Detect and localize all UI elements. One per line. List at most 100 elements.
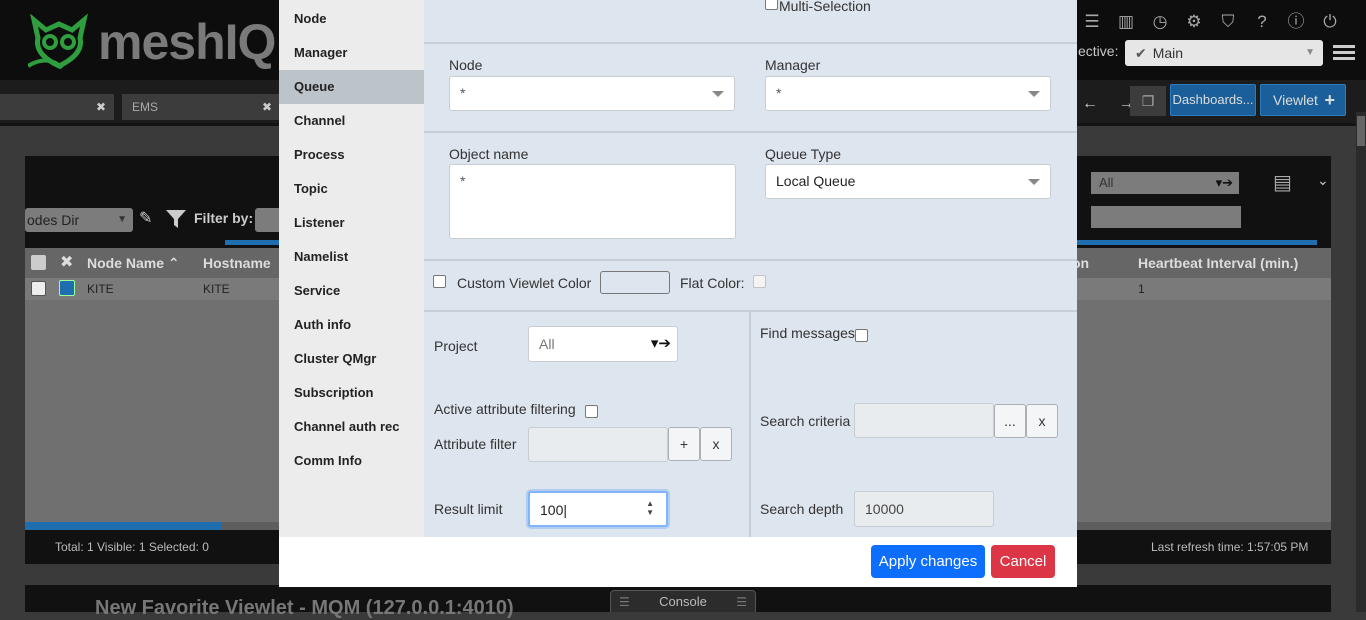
close-icon[interactable]: ✖ [262, 94, 272, 120]
divider [424, 259, 1077, 261]
plus-icon: + [1324, 90, 1335, 110]
cell-hostname: KITE [203, 282, 230, 296]
chevron-down-icon [712, 90, 724, 97]
row-checkbox[interactable] [31, 281, 46, 296]
dashboards-button[interactable]: Dashboards... [1170, 84, 1256, 116]
active-attribute-filtering-checkbox[interactable] [585, 405, 598, 418]
gear-icon[interactable]: ⚙ [1184, 12, 1204, 32]
project-select[interactable]: All ▾➔ [528, 326, 678, 362]
result-limit-value: 100 [540, 502, 564, 518]
nav-item-topic[interactable]: Topic [279, 172, 424, 206]
add-viewlet-button[interactable]: Viewlet + [1260, 84, 1346, 116]
object-name-textarea[interactable]: * [449, 164, 736, 239]
flat-color-label: Flat Color: [680, 275, 745, 291]
nav-item-queue[interactable]: Queue [279, 70, 424, 104]
info-icon[interactable]: ⓘ [1286, 12, 1306, 32]
select-all-checkbox[interactable] [31, 255, 46, 270]
apply-changes-button[interactable]: Apply changes [871, 545, 985, 578]
perspective-value: Main [1152, 45, 1184, 61]
nav-item-comm-info[interactable]: Comm Info [279, 444, 424, 478]
menu-lines-icon[interactable]: ☰ [1082, 12, 1102, 32]
search-criteria-input[interactable] [854, 403, 994, 438]
chevron-down-icon: ▼ [117, 214, 127, 225]
copy-icon[interactable]: ❐ [1130, 86, 1166, 116]
manager-label: Manager [765, 57, 821, 73]
hamburger-menu-icon[interactable] [1333, 42, 1355, 62]
scrollbar-thumb[interactable] [1357, 116, 1365, 146]
owl-logo-icon [28, 14, 88, 70]
grip-icon: ☰ [619, 595, 630, 609]
nav-item-service[interactable]: Service [279, 274, 424, 308]
clear-search-criteria-button[interactable]: x [1026, 404, 1058, 438]
nav-item-cluster-qmgr[interactable]: Cluster QMgr [279, 342, 424, 376]
queue-type-select[interactable]: Local Queue [765, 164, 1051, 199]
column-node-name[interactable]: Node Name ⌃ [87, 248, 180, 278]
panel-project-select[interactable]: All ▾➔ [1091, 172, 1239, 194]
active-attribute-filtering-label: Active attribute filtering [434, 401, 576, 417]
search-criteria-more-button[interactable]: ... [994, 404, 1026, 438]
chart-icon[interactable]: ▥ [1116, 12, 1136, 32]
workspace-tab[interactable]: ✖ [0, 94, 114, 120]
help-icon[interactable]: ? [1252, 12, 1272, 32]
flat-color-checkbox[interactable] [753, 275, 766, 288]
multi-selection-label: Multi-Selection [779, 0, 871, 14]
clock-icon[interactable]: ◷ [1150, 12, 1170, 32]
export-icon[interactable]: ▤ [1273, 170, 1299, 196]
scrollbar-thumb[interactable] [25, 522, 221, 530]
filter-icon[interactable] [165, 208, 187, 230]
result-limit-label: Result limit [434, 501, 503, 517]
nav-item-namelist[interactable]: Namelist [279, 240, 424, 274]
tab-label: EMS [132, 100, 159, 114]
column-heartbeat-interval[interactable]: Heartbeat Interval (min.) [1138, 248, 1298, 278]
nav-item-manager[interactable]: Manager [279, 36, 424, 70]
power-icon[interactable]: ⏻ [1320, 12, 1340, 32]
column-hostname[interactable]: Hostname [203, 248, 271, 278]
arrow-right-icon: ▾➔ [1215, 175, 1233, 190]
color-picker-swatch[interactable] [600, 271, 670, 294]
edit-icon[interactable]: ✎ [139, 208, 161, 230]
chevron-down-icon: ▼ [1305, 47, 1315, 58]
attribute-filter-input[interactable] [528, 427, 668, 462]
shield-icon[interactable]: ⛉ [1218, 12, 1238, 32]
search-depth-input[interactable]: 10000 [854, 491, 994, 527]
nav-item-process[interactable]: Process [279, 138, 424, 172]
chevron-down-icon [1028, 90, 1040, 97]
cancel-button[interactable]: Cancel [991, 545, 1055, 578]
nav-item-auth-info[interactable]: Auth info [279, 308, 424, 342]
vertical-divider [749, 312, 751, 537]
nav-item-channel-auth-rec[interactable]: Channel auth rec [279, 410, 424, 444]
panel-project-value: All [1099, 175, 1114, 190]
stepper-arrows-icon[interactable]: ▲ ▼ [646, 499, 654, 517]
search-depth-value: 10000 [865, 501, 904, 517]
second-viewlet-title: New Favorite Viewlet - MQM (127.0.0.1:40… [95, 597, 514, 619]
node-select[interactable]: * [449, 76, 735, 111]
custom-viewlet-color-checkbox[interactable] [433, 275, 446, 288]
console-tab[interactable]: ☰ Console ☰ [610, 590, 756, 612]
perspective-select[interactable]: ✔ Main ▼ [1125, 40, 1323, 66]
arrow-right-icon: ▾➔ [650, 335, 671, 352]
check-icon: ✔ [1135, 45, 1147, 61]
console-label: Console [659, 594, 707, 609]
viewlet-label: Viewlet [1273, 92, 1318, 108]
nav-item-channel[interactable]: Channel [279, 104, 424, 138]
nav-item-subscription[interactable]: Subscription [279, 376, 424, 410]
add-attribute-filter-button[interactable]: + [668, 427, 700, 461]
page-scrollbar[interactable] [1356, 112, 1366, 612]
manager-select[interactable]: * [765, 76, 1051, 111]
nodes-dir-select[interactable]: odes Dir ▼ [25, 208, 133, 232]
workspace-tab-ems[interactable]: EMS ✖ [122, 94, 280, 120]
grip-icon: ☰ [736, 595, 747, 609]
find-messages-checkbox[interactable] [855, 329, 868, 342]
nav-item-listener[interactable]: Listener [279, 206, 424, 240]
clear-attribute-filter-button[interactable]: x [700, 427, 732, 461]
chevron-down-icon[interactable]: ⌄ [1317, 172, 1329, 189]
result-limit-stepper[interactable]: 100| ▲ ▼ [528, 491, 668, 527]
header-toolbar: ☰ ▥ ◷ ⚙ ⛉ ? ⓘ ⏻ [1076, 8, 1366, 36]
close-icon[interactable]: ✖ [96, 94, 106, 120]
panel-search-input[interactable] [1091, 206, 1241, 228]
nav-item-node[interactable]: Node [279, 2, 424, 36]
project-value: All [539, 336, 555, 352]
multi-selection-checkbox[interactable] [765, 0, 778, 10]
close-icon[interactable]: ✖ [60, 248, 73, 278]
object-type-nav: Node Manager Queue Channel Process Topic… [279, 0, 424, 537]
